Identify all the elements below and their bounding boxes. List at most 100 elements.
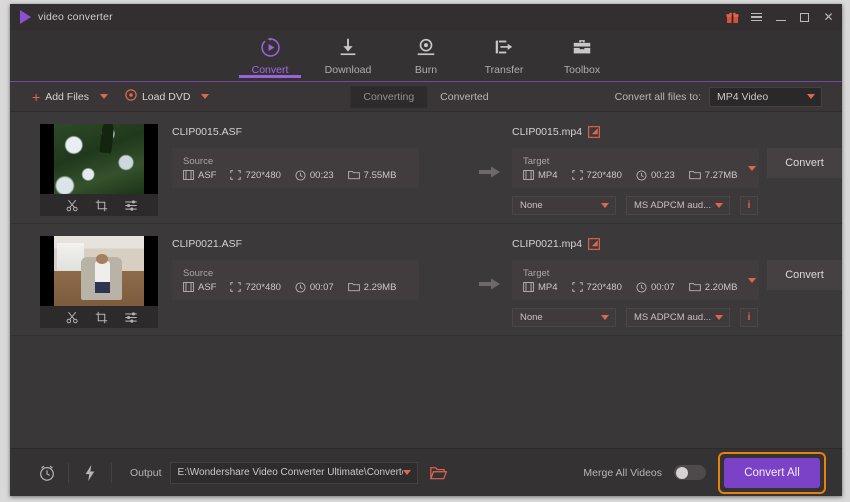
audio-track-select[interactable]: MS ADPCM aud...: [626, 196, 730, 215]
add-files-button[interactable]: + Add Files: [32, 90, 89, 104]
output-path-select[interactable]: E:\Wondershare Video Converter Ultimate\…: [169, 461, 418, 484]
source-format: ASF: [183, 170, 216, 181]
resize-icon: [571, 282, 583, 292]
source-file-name: CLIP0021.ASF: [172, 238, 243, 250]
high-speed-icon[interactable]: [75, 460, 105, 486]
folder-small-icon: [347, 282, 360, 292]
target-meta-card: Target MP4: [512, 260, 759, 300]
load-dvd-dropdown-caret[interactable]: [201, 94, 210, 99]
edit-icon[interactable]: [588, 126, 600, 138]
source-resolution-value: 720*480: [245, 169, 281, 181]
resize-icon: [230, 282, 242, 292]
tab-transfer[interactable]: Transfer: [465, 30, 543, 76]
effect-icon[interactable]: [124, 199, 138, 212]
source-resolution: 720*480: [230, 282, 281, 293]
divider: [111, 462, 112, 483]
download-icon: [337, 34, 359, 60]
convert-button[interactable]: Convert: [767, 260, 842, 290]
target-size: 2.20MB: [688, 281, 738, 293]
main-navigation: Convert Download Burn Transfer Toolbox: [10, 30, 842, 82]
subtitle-select[interactable]: None: [512, 196, 616, 215]
target-label: Target: [523, 267, 550, 279]
source-label: Source: [183, 267, 214, 279]
output-label: Output: [130, 466, 162, 479]
crop-icon[interactable]: [95, 311, 108, 324]
tab-burn[interactable]: Burn: [387, 30, 465, 76]
scheduler-icon[interactable]: [32, 460, 62, 486]
trim-icon[interactable]: [66, 199, 79, 212]
info-button[interactable]: i: [740, 308, 758, 327]
subtitle-value: None: [520, 312, 543, 323]
load-dvd-label: Load DVD: [141, 90, 191, 103]
add-files-dropdown-caret[interactable]: [99, 94, 108, 99]
output-path-value: E:\Wondershare Video Converter Ultimate\…: [177, 467, 403, 478]
hamburger-menu-icon[interactable]: [749, 10, 764, 25]
convert-all-button[interactable]: Convert All: [724, 457, 820, 488]
folder-small-icon: [347, 170, 360, 180]
subtitle-value: None: [520, 200, 543, 211]
play-triangle-icon: [20, 10, 31, 24]
target-row: Target MP4: [512, 148, 842, 188]
merge-all-videos-label: Merge All Videos: [583, 466, 662, 479]
merge-all-videos-toggle[interactable]: [674, 465, 706, 480]
transfer-icon: [493, 34, 515, 60]
thumbnail-group: [40, 124, 158, 216]
tab-burn-label: Burn: [414, 64, 438, 76]
chevron-down-icon: [715, 203, 723, 208]
track-selectors: None MS ADPCM aud... i: [512, 308, 842, 327]
tab-converted[interactable]: Converted: [427, 86, 501, 108]
tab-toolbox-label: Toolbox: [563, 64, 601, 76]
source-label: Source: [183, 155, 214, 167]
source-size: 2.29MB: [347, 282, 396, 293]
target-size-value: 2.20MB: [704, 281, 738, 293]
target-format-value: MP4: [538, 281, 558, 293]
convert-all-to-group: Convert all files to: MP4 Video: [615, 86, 822, 107]
target-file-name: CLIP0021.mp4: [512, 238, 583, 250]
clock-icon: [295, 169, 306, 181]
effect-icon[interactable]: [124, 311, 138, 324]
subtitle-select[interactable]: None: [512, 308, 616, 327]
table-row[interactable]: CLIP0021.ASF Source ASF 720*480 00:07 2.…: [10, 224, 842, 336]
target-meta-row: MP4 720*480: [523, 170, 737, 181]
audio-track-select[interactable]: MS ADPCM aud...: [626, 308, 730, 327]
target-settings-caret[interactable]: [748, 277, 757, 283]
video-thumbnail[interactable]: [40, 124, 158, 194]
minimize-button[interactable]: [773, 10, 788, 25]
toggle-knob: [675, 466, 688, 479]
film-icon: [523, 170, 534, 180]
open-folder-icon[interactable]: [429, 466, 447, 480]
info-button[interactable]: i: [740, 196, 758, 215]
source-resolution: 720*480: [230, 169, 281, 181]
tab-converting[interactable]: Converting: [350, 85, 428, 108]
target-info: CLIP0021.mp4 Target MP4 720*480 00:07 2.…: [512, 236, 842, 327]
clock-icon: [636, 281, 647, 293]
target-duration-value: 00:23: [650, 169, 675, 181]
target-resolution-value: 720*480: [586, 281, 622, 293]
table-row[interactable]: CLIP0015.ASF Source ASF 720*480 00:23 7.…: [10, 112, 842, 224]
thumbnail-actions: [40, 306, 158, 328]
tab-toolbox[interactable]: Toolbox: [543, 30, 621, 76]
output-format-select[interactable]: MP4 Video: [709, 86, 822, 107]
convert-button[interactable]: Convert: [767, 148, 842, 178]
target-settings-caret[interactable]: [748, 165, 757, 171]
crop-icon[interactable]: [95, 199, 108, 212]
maximize-button[interactable]: [797, 10, 812, 25]
tab-convert[interactable]: Convert: [231, 30, 309, 78]
video-thumbnail[interactable]: [40, 236, 158, 306]
source-meta-card: Source ASF 720*480: [172, 148, 419, 188]
app-logo: video converter: [10, 10, 113, 24]
target-meta-row: MP4 720*480: [523, 282, 737, 293]
trim-icon[interactable]: [66, 311, 79, 324]
film-icon: [183, 282, 194, 292]
target-meta-card: Target MP4: [512, 148, 759, 188]
tab-download-label: Download: [324, 64, 372, 76]
edit-icon[interactable]: [588, 238, 600, 250]
load-dvd-button[interactable]: Load DVD: [125, 89, 190, 104]
source-duration: 00:07: [295, 282, 334, 293]
gift-icon[interactable]: [725, 10, 740, 25]
title-bar: video converter ✕: [10, 4, 842, 30]
close-button[interactable]: ✕: [821, 10, 836, 25]
tab-download[interactable]: Download: [309, 30, 387, 76]
chevron-down-icon: [402, 470, 411, 475]
target-file-name: CLIP0015.mp4: [512, 126, 583, 138]
